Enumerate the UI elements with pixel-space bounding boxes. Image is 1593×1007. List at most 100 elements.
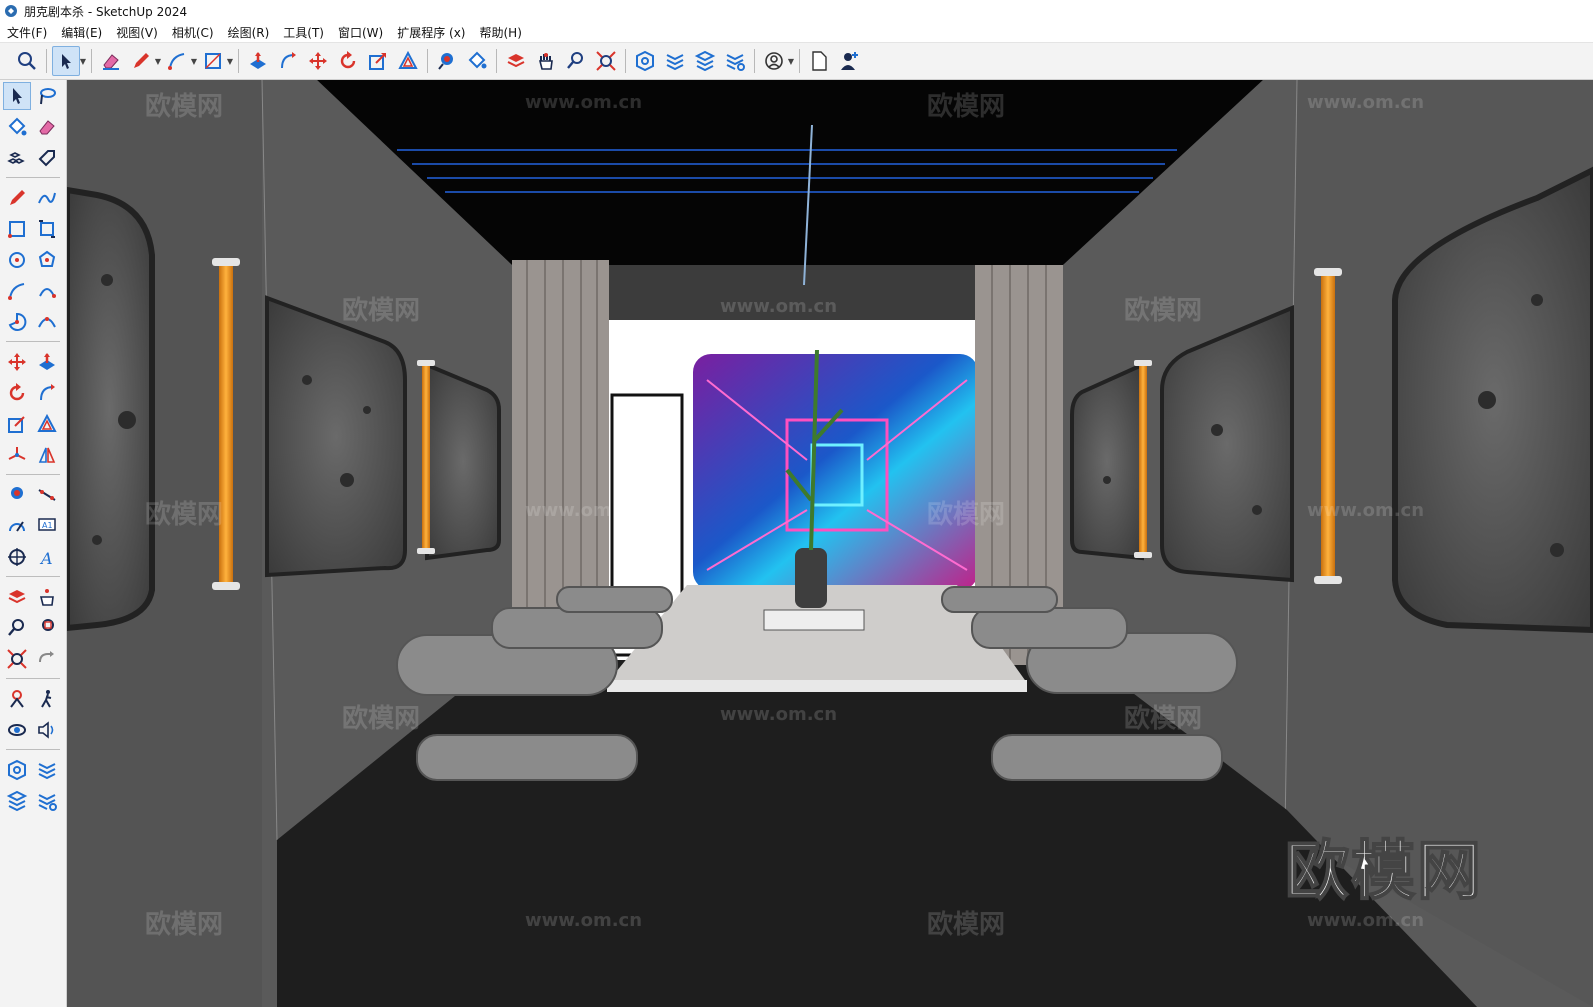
warehouse-icon[interactable] <box>3 756 31 784</box>
tool-row <box>0 612 66 643</box>
hand-icon[interactable] <box>33 583 61 611</box>
new-file-icon[interactable] <box>805 46 833 76</box>
section-icon[interactable] <box>3 583 31 611</box>
axes-icon[interactable] <box>3 441 31 469</box>
menu-extensions[interactable]: 扩展程序 (x) <box>390 24 472 41</box>
components-icon[interactable] <box>721 46 749 76</box>
previous-view-icon[interactable] <box>33 645 61 673</box>
menu-view[interactable]: 视图(V) <box>109 24 165 41</box>
moon-panel-far-left <box>67 186 155 632</box>
vase <box>795 548 827 608</box>
arc-dropdown-icon[interactable]: ▼ <box>190 46 198 76</box>
arc-icon[interactable] <box>163 46 191 76</box>
pencil-dropdown-icon[interactable]: ▼ <box>154 46 162 76</box>
crosshair-icon[interactable] <box>3 543 31 571</box>
rectangle-icon[interactable] <box>3 215 31 243</box>
push-pull-icon[interactable] <box>33 348 61 376</box>
section-plane-icon[interactable] <box>502 46 530 76</box>
offset-icon[interactable] <box>394 46 422 76</box>
push-pull-icon[interactable] <box>244 46 272 76</box>
rotate-icon[interactable] <box>334 46 362 76</box>
paint-icon[interactable] <box>3 113 31 141</box>
tool-row <box>0 346 66 377</box>
rotate-icon[interactable] <box>3 379 31 407</box>
tool-row <box>0 714 66 745</box>
3d-text-icon[interactable]: A <box>33 543 61 571</box>
tool-separator <box>6 678 60 679</box>
offset-icon[interactable] <box>33 410 61 438</box>
pencil-icon[interactable] <box>3 184 31 212</box>
sound-icon[interactable] <box>33 716 61 744</box>
account-icon[interactable] <box>760 46 788 76</box>
position-camera-icon[interactable] <box>3 685 31 713</box>
tool-row <box>0 142 66 173</box>
tape-measure-icon[interactable] <box>433 46 461 76</box>
paint-bucket-icon[interactable] <box>463 46 491 76</box>
circle-icon[interactable] <box>3 246 31 274</box>
select-icon[interactable] <box>3 81 31 110</box>
menu-edit[interactable]: 编辑(E) <box>54 24 109 41</box>
mirror-icon[interactable] <box>33 441 61 469</box>
select-icon[interactable] <box>52 46 80 76</box>
menu-file[interactable]: 文件(F) <box>0 24 54 41</box>
3d-viewport[interactable]: 欧模网 www.om.cn 欧模网 www.om.cn 欧模网 www.om.c… <box>67 80 1593 1007</box>
protractor-icon[interactable] <box>3 512 31 540</box>
tape-icon[interactable] <box>3 481 31 509</box>
move-icon[interactable] <box>3 348 31 376</box>
look-around-icon[interactable] <box>3 716 31 744</box>
zoom-extents-icon[interactable] <box>592 46 620 76</box>
scale-icon[interactable] <box>3 410 31 438</box>
menu-draw[interactable]: 绘图(R) <box>221 24 277 41</box>
eraser-icon[interactable] <box>97 46 125 76</box>
tool-row <box>0 785 66 816</box>
search-icon[interactable] <box>13 46 41 76</box>
zoom-extents-icon[interactable] <box>3 645 31 673</box>
move-icon[interactable] <box>304 46 332 76</box>
arc-3pt-icon[interactable] <box>33 308 61 336</box>
stack-icon[interactable] <box>3 787 31 815</box>
lasso-icon[interactable] <box>33 82 61 110</box>
rectangle-icon[interactable] <box>199 46 227 76</box>
pencil-icon[interactable] <box>127 46 155 76</box>
tool-row <box>0 275 66 306</box>
menu-window[interactable]: 窗口(W) <box>331 24 390 41</box>
polygon-icon[interactable] <box>33 246 61 274</box>
brand-logo-text: 欧模网 <box>1284 834 1483 910</box>
follow-me-icon[interactable] <box>33 379 61 407</box>
dimension-icon[interactable] <box>33 481 61 509</box>
menu-camera[interactable]: 相机(C) <box>165 24 221 41</box>
user-add-icon[interactable] <box>835 46 863 76</box>
hand-icon[interactable] <box>532 46 560 76</box>
menu-bar: 文件(F) 编辑(E) 视图(V) 相机(C) 绘图(R) 工具(T) 窗口(W… <box>0 22 1593 43</box>
layers-icon[interactable] <box>661 46 689 76</box>
left-tool-palette: A1 A <box>0 80 67 1007</box>
rotated-rect-icon[interactable] <box>33 215 61 243</box>
zoom-icon[interactable] <box>3 614 31 642</box>
tool-row <box>0 479 66 510</box>
account-dropdown-icon[interactable]: ▼ <box>787 46 795 76</box>
tags-icon[interactable] <box>691 46 719 76</box>
freehand-icon[interactable] <box>33 184 61 212</box>
arc-icon[interactable] <box>3 277 31 305</box>
text-icon[interactable]: A1 <box>33 512 61 540</box>
zoom-icon[interactable] <box>562 46 590 76</box>
warehouse-icon[interactable] <box>631 46 659 76</box>
eraser-icon[interactable] <box>33 113 61 141</box>
tool-row <box>0 244 66 275</box>
tool-row <box>0 643 66 674</box>
follow-me-icon[interactable] <box>274 46 302 76</box>
component-icon[interactable] <box>3 144 31 172</box>
select-dropdown-icon[interactable]: ▼ <box>79 46 87 76</box>
arc-2pt-icon[interactable] <box>33 277 61 305</box>
layers-icon[interactable] <box>33 756 61 784</box>
menu-tools[interactable]: 工具(T) <box>276 24 331 41</box>
walk-icon[interactable] <box>33 685 61 713</box>
zoom-window-icon[interactable] <box>33 614 61 642</box>
menu-help[interactable]: 帮助(H) <box>472 24 528 41</box>
scale-icon[interactable] <box>364 46 392 76</box>
tag-icon[interactable] <box>33 144 61 172</box>
settings-icon[interactable] <box>33 787 61 815</box>
tool-row <box>0 754 66 785</box>
rectangle-dropdown-icon[interactable]: ▼ <box>226 46 234 76</box>
pie-icon[interactable] <box>3 308 31 336</box>
